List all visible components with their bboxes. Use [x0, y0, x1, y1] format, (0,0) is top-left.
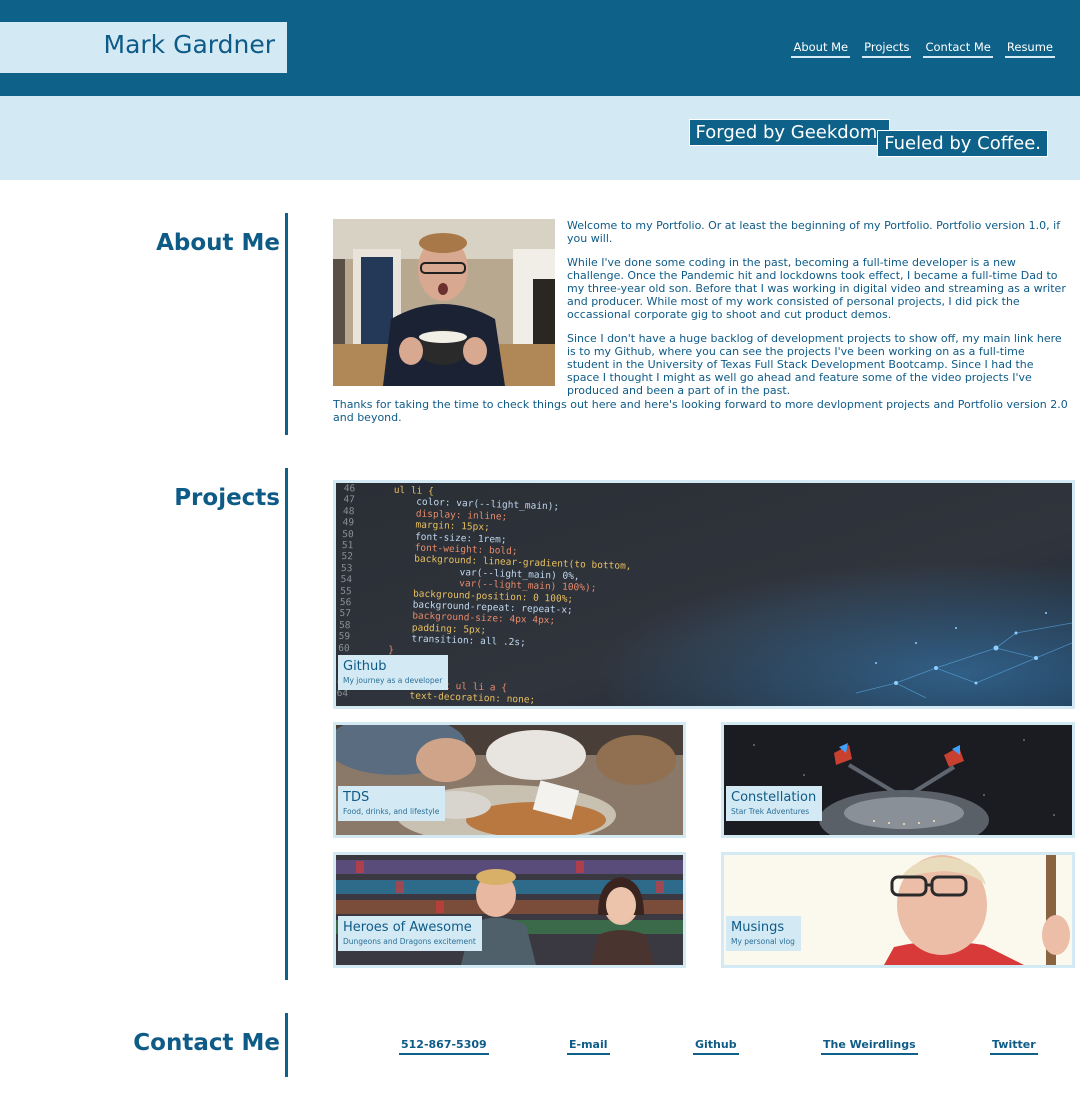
project-title: Heroes of Awesome [343, 920, 472, 935]
project-card-constellation[interactable]: Constellation Star Trek Adventures [721, 722, 1075, 838]
brand-box: Mark Gardner [0, 22, 287, 73]
about-divider [285, 213, 288, 435]
code-line-text: } [388, 644, 395, 656]
about-text: Welcome to my Portfolio. Or at least the… [567, 219, 1069, 408]
project-subtitle: Star Trek Adventures [731, 807, 810, 816]
project-title: Github [343, 659, 387, 674]
project-label: Github My journey as a developer [338, 655, 449, 690]
site-title: Mark Gardner [103, 30, 276, 59]
nav-link-resume[interactable]: Resume [1004, 40, 1055, 58]
contact-link-email[interactable]: E-mail [567, 1038, 610, 1055]
project-card-heroes-of-awesome[interactable]: Heroes of Awesome Dungeons and Dragons e… [333, 852, 686, 968]
contact-heading: Contact Me [133, 1030, 280, 1056]
project-label: TDS Food, drinks, and lifestyle [338, 786, 446, 821]
nav-link-contact[interactable]: Contact Me [923, 40, 993, 58]
projects-heading: Projects [174, 485, 280, 511]
profile-photo [333, 219, 555, 386]
project-label: Musings My personal vlog [726, 916, 801, 951]
contact-link-github[interactable]: Github [693, 1038, 739, 1055]
code-line-text: ul li { [393, 484, 434, 498]
contact-link-twitter[interactable]: Twitter [990, 1038, 1038, 1055]
contact-link-phone[interactable]: 512-867-5309 [399, 1038, 489, 1055]
project-subtitle: My personal vlog [731, 937, 795, 946]
code-line-number: 64 [336, 688, 349, 700]
project-label: Heroes of Awesome Dungeons and Dragons e… [338, 916, 482, 951]
project-subtitle: My journey as a developer [343, 676, 443, 685]
about-paragraph: While I've done some coding in the past,… [567, 256, 1066, 321]
tagline-fueled: Fueled by Coffee. [877, 130, 1048, 157]
about-paragraph: Since I don't have a huge backlog of dev… [567, 332, 1062, 397]
contact-link-weirdlings[interactable]: The Weirdlings [821, 1038, 918, 1055]
contact-divider [285, 1013, 288, 1077]
project-card-tds[interactable]: TDS Food, drinks, and lifestyle [333, 722, 686, 838]
about-closing: Thanks for taking the time to check thin… [333, 398, 1068, 424]
about-paragraph: Welcome to my Portfolio. Or at least the… [567, 219, 1061, 245]
projects-divider [285, 468, 288, 980]
project-subtitle: Dungeons and Dragons excitement [343, 937, 476, 946]
project-card-github[interactable]: 46 ul li {47 color: var(--light_main); 48 … [333, 480, 1075, 709]
project-title: Musings [731, 920, 785, 935]
project-card-musings[interactable]: Musings My personal vlog [721, 852, 1075, 968]
about-heading: About Me [156, 230, 280, 256]
nav-link-projects[interactable]: Projects [862, 40, 912, 58]
project-label: Constellation Star Trek Adventures [726, 786, 823, 821]
project-subtitle: Food, drinks, and lifestyle [343, 807, 440, 816]
project-title: Constellation [731, 790, 817, 805]
tagline-forged: Forged by Geekdom. [688, 119, 890, 146]
hero-banner: Forged by Geekdom. Fueled by Coffee. [0, 96, 1080, 180]
project-title: TDS [343, 790, 370, 805]
main-nav: About Me Projects Contact Me Resume [791, 40, 1055, 58]
nav-link-about[interactable]: About Me [791, 40, 851, 58]
site-header: Mark Gardner About Me Projects Contact M… [0, 0, 1080, 96]
